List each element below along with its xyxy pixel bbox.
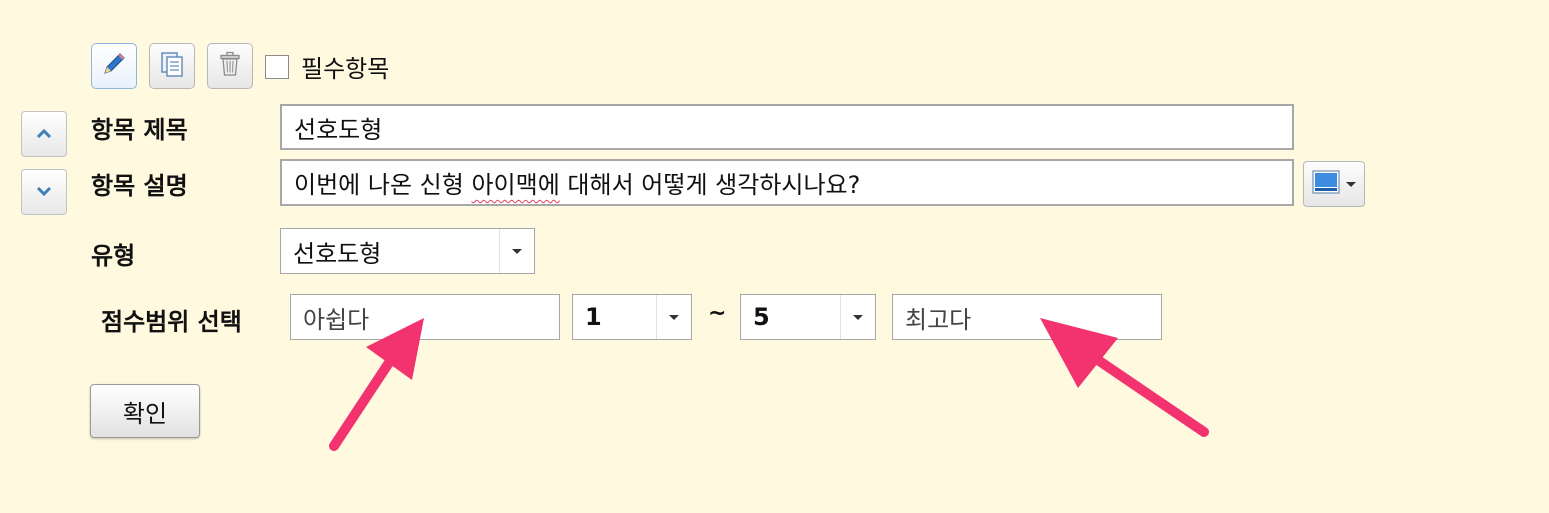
description-text-part: 대해서 어떻게 생각하시나요? <box>559 171 861 199</box>
move-down-button[interactable] <box>21 169 67 215</box>
chevron-down-icon <box>1346 181 1356 187</box>
description-text-part: 이번에 나온 신형 <box>294 171 472 199</box>
edit-button[interactable] <box>91 43 137 89</box>
range-min-label-input[interactable]: 아쉽다 <box>290 294 560 340</box>
color-picker-icon <box>1312 170 1340 198</box>
description-label: 항목 설명 <box>91 172 188 200</box>
type-label: 유형 <box>91 242 136 270</box>
score-range-label: 점수범위 선택 <box>101 308 242 336</box>
description-color-button[interactable] <box>1303 161 1365 207</box>
required-checkbox[interactable] <box>265 55 289 79</box>
range-separator: ~ <box>708 301 727 326</box>
title-value: 선호도형 <box>294 115 383 144</box>
confirm-button[interactable]: 확인 <box>90 384 200 438</box>
trash-icon <box>215 49 245 83</box>
range-min-select[interactable]: 1 <box>572 294 692 340</box>
title-label: 항목 제목 <box>91 116 188 144</box>
copy-document-icon <box>157 49 187 83</box>
range-max-label-input[interactable]: 최고다 <box>892 294 1162 340</box>
range-max-value: 5 <box>753 303 770 331</box>
range-min-placeholder: 아쉽다 <box>303 305 370 334</box>
chevron-down-icon <box>34 183 54 202</box>
copy-button[interactable] <box>149 43 195 89</box>
title-input[interactable]: 선호도형 <box>280 104 1294 150</box>
type-select-value: 선호도형 <box>293 239 382 268</box>
spellcheck-word: 아이맥에 <box>471 171 560 199</box>
move-up-button[interactable] <box>21 111 67 157</box>
range-max-placeholder: 최고다 <box>905 305 972 334</box>
description-input[interactable]: 이번에 나온 신형 아이맥에 대해서 어떻게 생각하시나요? <box>280 159 1294 206</box>
range-max-select[interactable]: 5 <box>740 294 876 340</box>
pencil-icon <box>99 49 129 83</box>
range-min-value: 1 <box>585 303 602 331</box>
required-label: 필수항목 <box>301 55 390 83</box>
chevron-down-icon <box>669 314 679 320</box>
chevron-down-icon <box>512 248 522 254</box>
chevron-up-icon <box>34 125 54 144</box>
delete-button[interactable] <box>207 43 253 89</box>
type-select[interactable]: 선호도형 <box>280 228 535 274</box>
chevron-down-icon <box>853 314 863 320</box>
